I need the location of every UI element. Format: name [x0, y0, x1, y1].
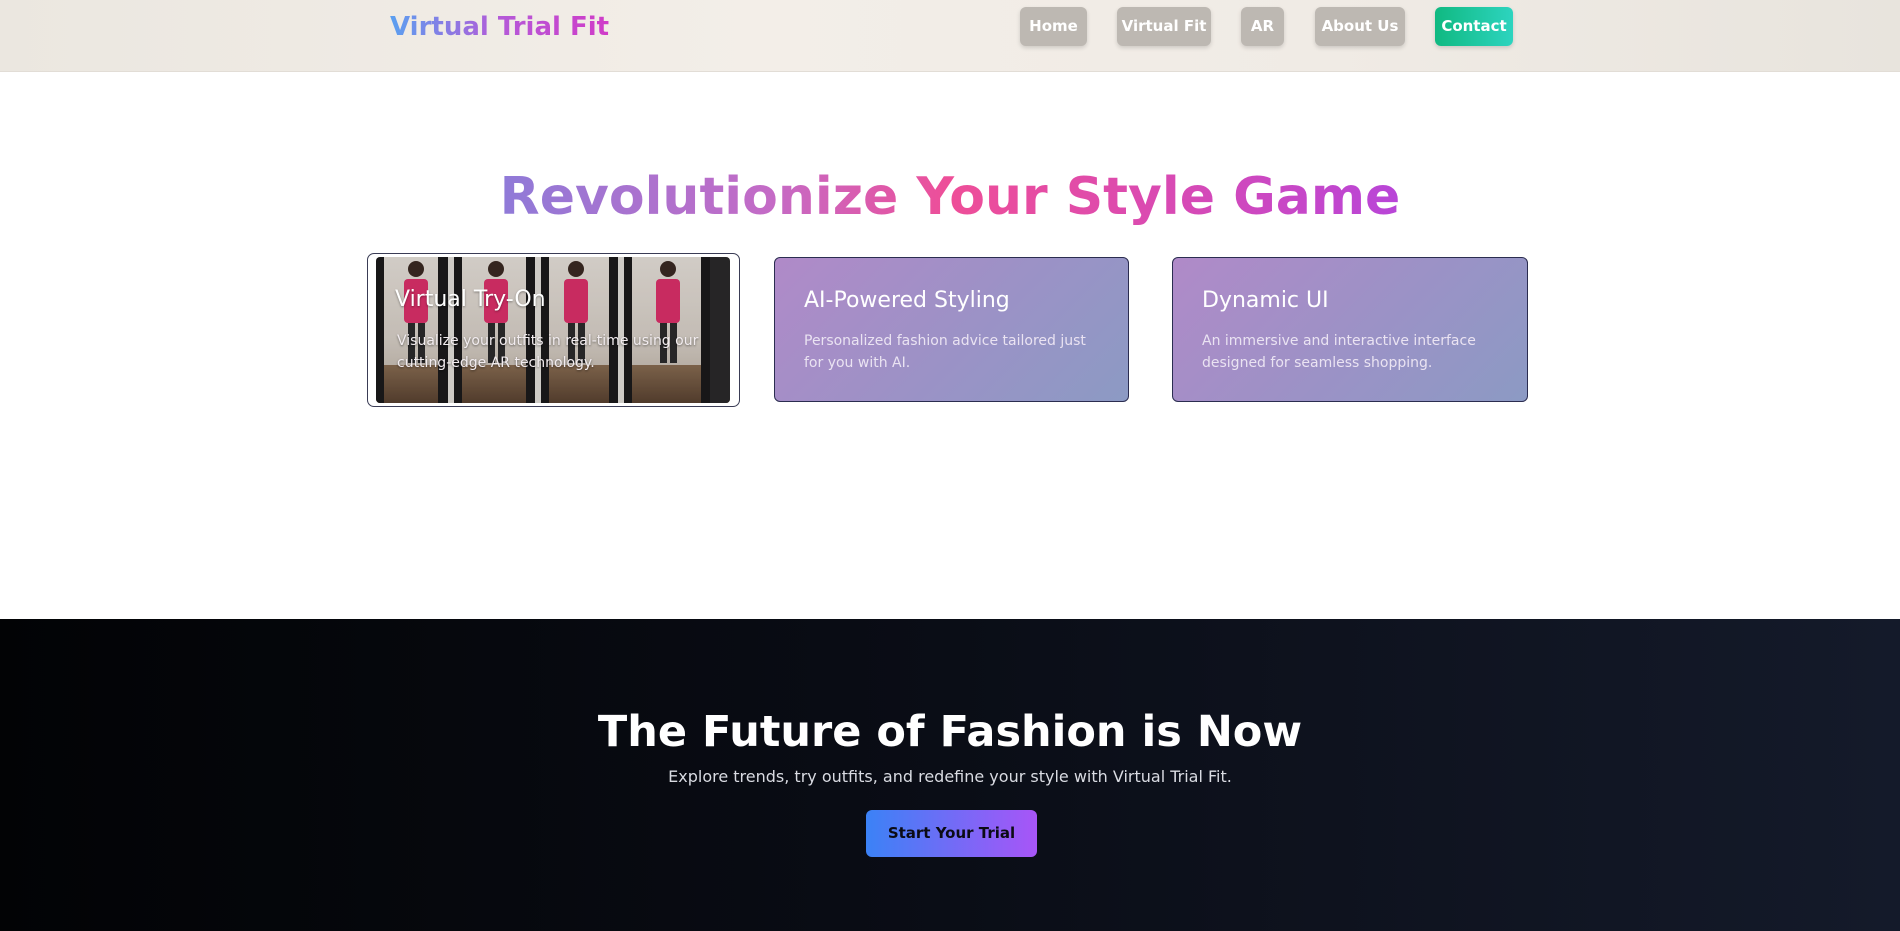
feature-card-dynamic-ui[interactable]: Dynamic UI An immersive and interactive …	[1172, 257, 1528, 402]
card-description: Visualize your outfits in real-time usin…	[397, 333, 699, 371]
cta-subtitle: Explore trends, try outfits, and redefin…	[668, 767, 1232, 786]
card-title: Dynamic UI	[1202, 288, 1329, 313]
features-title: Revolutionize Your Style Game	[0, 165, 1900, 229]
site-logo[interactable]: Virtual Trial Fit	[390, 10, 609, 44]
cta-section: The Future of Fashion is Now Explore tre…	[0, 619, 1900, 931]
nav-ar-button[interactable]: AR	[1241, 7, 1284, 46]
site-header: Virtual Trial Fit Home Virtual Fit AR Ab…	[0, 0, 1900, 72]
features-title-text: Revolutionize Your Style Game	[499, 167, 1401, 227]
start-trial-button[interactable]: Start Your Trial	[866, 810, 1037, 857]
feature-card-ai-powered-styling[interactable]: AI-Powered Styling Personalized fashion …	[774, 257, 1129, 402]
nav-home-button[interactable]: Home	[1020, 7, 1087, 46]
nav-about-button[interactable]: About Us	[1315, 7, 1405, 46]
card-title: Virtual Try-On	[395, 287, 546, 312]
mirror-outfit-photo: Virtual Try-On Visualize your outfits in…	[376, 257, 730, 403]
card-description: An immersive and interactive interface d…	[1202, 333, 1476, 371]
cta-title: The Future of Fashion is Now	[597, 707, 1303, 757]
nav-contact-button[interactable]: Contact	[1435, 7, 1513, 46]
card-title: AI-Powered Styling	[804, 288, 1010, 313]
feature-card-virtual-try-on[interactable]: Virtual Try-On Visualize your outfits in…	[367, 253, 740, 407]
nav-virtual-fit-button[interactable]: Virtual Fit	[1117, 7, 1211, 46]
card-description: Personalized fashion advice tailored jus…	[804, 333, 1086, 371]
